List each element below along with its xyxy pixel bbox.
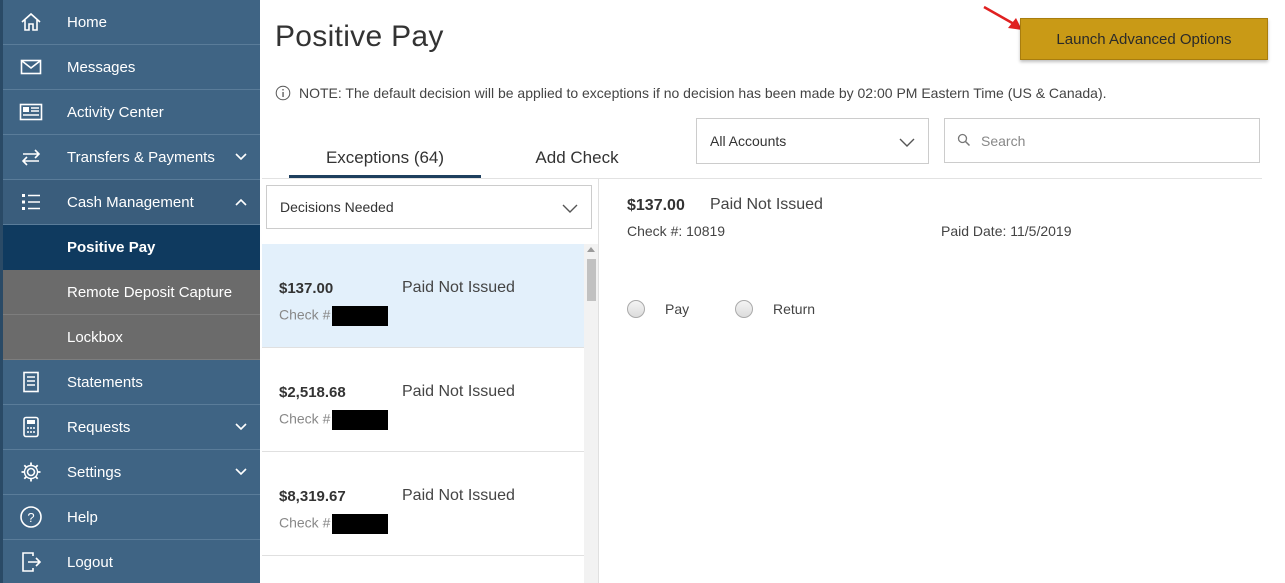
item-status: Paid Not Issued bbox=[402, 383, 515, 400]
pay-label: Pay bbox=[665, 301, 690, 317]
document-icon bbox=[19, 370, 43, 394]
sidebar-item-label: Lockbox bbox=[67, 328, 123, 346]
sidebar-item-label: Requests bbox=[67, 418, 131, 436]
check-label: Check # bbox=[279, 410, 331, 427]
item-check-number: Check # bbox=[279, 306, 389, 326]
redacted-block bbox=[332, 514, 389, 534]
sidebar-item-settings[interactable]: Settings bbox=[3, 450, 260, 495]
search-input[interactable]: Search bbox=[944, 118, 1260, 163]
decisions-dropdown-value: Decisions Needed bbox=[280, 199, 394, 215]
item-check-number: Check # bbox=[279, 514, 389, 534]
envelope-icon bbox=[19, 55, 43, 79]
transfer-arrows-icon bbox=[19, 145, 43, 169]
launch-advanced-options-button[interactable]: Launch Advanced Options bbox=[1020, 18, 1268, 60]
sidebar-item-label: Cash Management bbox=[67, 193, 194, 211]
page-title: Positive Pay bbox=[275, 20, 444, 53]
sidebar-item-statements[interactable]: Statements bbox=[3, 360, 260, 405]
sidebar-item-cash-management[interactable]: Cash Management bbox=[3, 180, 260, 225]
sidebar-item-label: Activity Center bbox=[67, 103, 164, 121]
sidebar-item-label: Settings bbox=[67, 463, 122, 481]
info-icon bbox=[275, 85, 291, 101]
sidebar-item-home[interactable]: Home bbox=[3, 0, 260, 45]
sidebar-item-activity-center[interactable]: Activity Center bbox=[3, 90, 260, 135]
sidebar-item-transfers-payments[interactable]: Transfers & Payments bbox=[3, 135, 260, 180]
note-text: NOTE: The default decision will be appli… bbox=[299, 85, 1107, 101]
list-item[interactable]: $8,319.67 Paid Not Issued Check # bbox=[262, 452, 584, 556]
list-scrollbar[interactable] bbox=[584, 244, 598, 583]
exception-detail-panel: $137.00 Paid Not Issued Check #: 10819 P… bbox=[600, 179, 1260, 583]
chevron-down-icon bbox=[235, 153, 247, 161]
item-check-number: Check # bbox=[279, 410, 389, 430]
chevron-down-icon bbox=[235, 423, 247, 431]
check-label: Check # bbox=[279, 514, 331, 531]
exceptions-list: $137.00 Paid Not Issued Check # $2,518.6… bbox=[262, 244, 584, 583]
sidebar-item-label: Positive Pay bbox=[67, 238, 156, 256]
question-icon: ? bbox=[19, 505, 43, 529]
pay-radio[interactable]: Pay bbox=[627, 300, 689, 318]
detail-status: Paid Not Issued bbox=[710, 196, 823, 213]
accounts-dropdown[interactable]: All Accounts bbox=[696, 118, 929, 164]
chevron-down-icon bbox=[235, 468, 247, 476]
note: NOTE: The default decision will be appli… bbox=[275, 85, 1107, 101]
list-item[interactable]: $2,518.68 Paid Not Issued Check # bbox=[262, 348, 584, 452]
scroll-up-icon[interactable] bbox=[587, 247, 595, 252]
redacted-block bbox=[332, 410, 389, 430]
gear-icon bbox=[19, 460, 43, 484]
sidebar-item-logout[interactable]: Logout bbox=[3, 540, 260, 583]
item-amount: $2,518.68 bbox=[279, 384, 346, 401]
item-amount: $8,319.67 bbox=[279, 488, 346, 505]
sidebar-item-label: Logout bbox=[67, 553, 113, 571]
main-content: Positive Pay Launch Advanced Options NOT… bbox=[262, 0, 1285, 583]
logout-icon bbox=[19, 550, 43, 574]
sidebar-item-requests[interactable]: Requests bbox=[3, 405, 260, 450]
check-label: Check # bbox=[279, 306, 331, 323]
detail-amount: $137.00 bbox=[627, 197, 685, 214]
sidebar: Home Messages Activity Center Transfers … bbox=[0, 0, 260, 583]
newspaper-icon bbox=[19, 100, 43, 124]
search-placeholder: Search bbox=[981, 132, 1026, 149]
sidebar-item-label: Statements bbox=[67, 373, 143, 391]
home-icon bbox=[19, 10, 43, 34]
sidebar-item-remote-deposit-capture[interactable]: Remote Deposit Capture bbox=[3, 270, 260, 315]
tab-exceptions[interactable]: Exceptions (64) bbox=[289, 140, 481, 178]
decisions-dropdown[interactable]: Decisions Needed bbox=[266, 185, 592, 229]
sidebar-item-label: Remote Deposit Capture bbox=[67, 283, 233, 301]
return-radio[interactable]: Return bbox=[735, 300, 815, 318]
search-icon bbox=[957, 133, 971, 147]
list-icon bbox=[19, 190, 43, 214]
sidebar-item-label: Home bbox=[67, 13, 108, 31]
svg-text:?: ? bbox=[27, 510, 34, 525]
sidebar-item-label: Help bbox=[67, 508, 98, 526]
item-amount: $137.00 bbox=[279, 280, 334, 297]
pay-radio-circle[interactable] bbox=[627, 300, 645, 318]
exceptions-list-panel: Decisions Needed $137.00 Paid Not Issued… bbox=[262, 179, 599, 583]
sidebar-item-label: Transfers & Payments bbox=[67, 148, 215, 166]
detail-check-number: Check #: 10819 bbox=[627, 223, 726, 239]
item-status: Paid Not Issued bbox=[402, 487, 515, 504]
chevron-down-icon bbox=[899, 138, 915, 147]
sidebar-item-label: Messages bbox=[67, 58, 136, 76]
accounts-dropdown-value: All Accounts bbox=[710, 133, 787, 149]
sidebar-item-lockbox[interactable]: Lockbox bbox=[3, 315, 260, 360]
tab-add-check[interactable]: Add Check bbox=[481, 140, 673, 178]
calculator-icon bbox=[19, 415, 43, 439]
detail-paid-date: Paid Date: 11/5/2019 bbox=[941, 223, 1072, 239]
sidebar-item-messages[interactable]: Messages bbox=[3, 45, 260, 90]
sidebar-item-help[interactable]: ? Help bbox=[3, 495, 260, 540]
sidebar-item-positive-pay[interactable]: Positive Pay bbox=[3, 225, 260, 270]
item-status: Paid Not Issued bbox=[402, 279, 515, 296]
redacted-block bbox=[332, 306, 389, 326]
chevron-down-icon bbox=[562, 204, 578, 213]
return-radio-circle[interactable] bbox=[735, 300, 753, 318]
return-label: Return bbox=[773, 301, 816, 317]
chevron-up-icon bbox=[235, 198, 247, 206]
scrollbar-thumb[interactable] bbox=[587, 259, 596, 301]
list-item[interactable]: $137.00 Paid Not Issued Check # bbox=[262, 244, 584, 348]
